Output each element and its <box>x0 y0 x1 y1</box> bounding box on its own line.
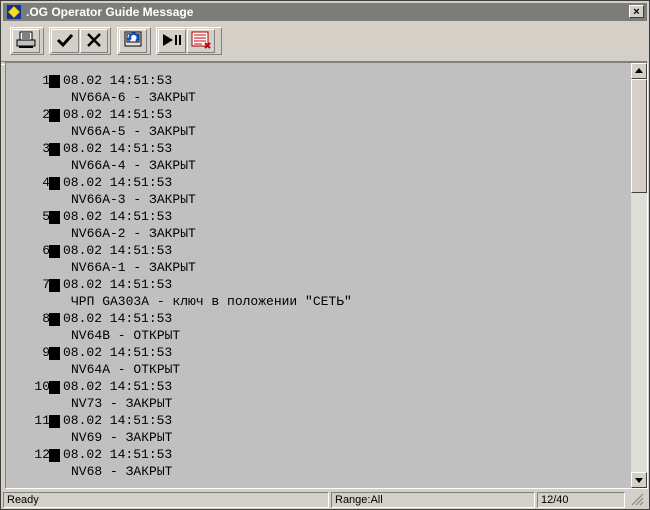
print-icon <box>16 31 36 52</box>
message-marker <box>49 109 60 122</box>
message-marker <box>49 143 60 156</box>
message-row[interactable]: 6 08.02 14:51:53 NV66A-1 - ЗАКРЫТ <box>6 234 626 275</box>
scroll-down-button[interactable] <box>631 472 647 488</box>
message-number: 5 <box>42 209 50 224</box>
message-text: NV68 - ЗАКРЫТ <box>71 464 173 479</box>
confirm-button[interactable] <box>51 29 79 53</box>
message-timestamp: 08.02 14:51:53 <box>63 243 173 258</box>
message-row[interactable]: 1 08.02 14:51:53 NV66A-6 - ЗАКРЫТ <box>6 64 626 105</box>
message-marker <box>49 211 60 224</box>
toolbar-group-ack <box>49 27 111 55</box>
check-icon <box>56 32 74 51</box>
message-marker <box>49 415 60 428</box>
message-timestamp: 08.02 14:51:53 <box>63 141 173 156</box>
cancel-button[interactable] <box>80 29 108 53</box>
title-bar[interactable]: .OG Operator Guide Message × <box>3 3 647 21</box>
message-number: 10 <box>34 379 50 394</box>
message-number: 12 <box>34 447 50 462</box>
reload-button[interactable] <box>119 29 147 53</box>
status-position: 12/40 <box>537 492 625 508</box>
message-marker <box>49 75 60 88</box>
message-number: 6 <box>42 243 50 258</box>
toolbar-group-reload <box>117 27 151 55</box>
list-close-icon <box>190 30 212 53</box>
message-marker <box>49 381 60 394</box>
message-row[interactable]: 9 08.02 14:51:53 NV64A - ОТКРЫТ <box>6 336 626 377</box>
message-row[interactable]: 8 08.02 14:51:53 NV64B - ОТКРЫТ <box>6 302 626 343</box>
window-title: .OG Operator Guide Message <box>26 5 194 19</box>
message-row[interactable]: 2 08.02 14:51:53 NV66A-5 - ЗАКРЫТ <box>6 98 626 139</box>
list-close-button[interactable] <box>187 29 215 53</box>
message-timestamp: 08.02 14:51:53 <box>63 311 173 326</box>
scroll-thumb[interactable] <box>631 79 647 193</box>
message-row[interactable]: 11 08.02 14:51:53 NV69 - ЗАКРЫТ <box>6 404 626 445</box>
message-marker <box>49 347 60 360</box>
message-number: 8 <box>42 311 50 326</box>
print-button[interactable] <box>12 29 40 53</box>
message-row[interactable]: 7 08.02 14:51:53 ЧРП GA303A - ключ в полож… <box>6 268 626 309</box>
toolbar-group-playback <box>156 27 222 55</box>
message-timestamp: 08.02 14:51:53 <box>63 379 173 394</box>
status-range: Range:All <box>331 492 535 508</box>
message-list: 1 08.02 14:51:53 NV66A-6 - ЗАКРЫТ 2 08.02 14… <box>6 63 631 488</box>
message-row[interactable]: 5 08.02 14:51:53 NV66A-2 - ЗАКРЫТ <box>6 200 626 241</box>
message-timestamp: 08.02 14:51:53 <box>63 447 173 462</box>
close-button[interactable]: × <box>629 5 644 18</box>
message-timestamp: 08.02 14:51:53 <box>63 413 173 428</box>
message-marker <box>49 279 60 292</box>
message-number: 11 <box>34 413 50 428</box>
message-row[interactable]: 12 08.02 14:51:53 NV68 - ЗАКРЫТ <box>6 438 626 479</box>
reload-icon <box>122 30 144 53</box>
message-list-pane[interactable]: 1 08.02 14:51:53 NV66A-6 - ЗАКРЫТ 2 08.02 14… <box>5 62 648 489</box>
message-row[interactable]: 3 08.02 14:51:53 NV66A-4 - ЗАКРЫТ <box>6 132 626 173</box>
status-state: Ready <box>3 492 329 508</box>
message-marker <box>49 177 60 190</box>
scroll-up-button[interactable] <box>631 63 647 79</box>
message-number: 9 <box>42 345 50 360</box>
play-pause-icon <box>161 32 183 51</box>
message-marker <box>49 449 60 462</box>
status-bar: Ready Range:All 12/40 <box>3 491 647 509</box>
message-timestamp: 08.02 14:51:53 <box>63 73 173 88</box>
message-number: 7 <box>42 277 50 292</box>
message-number: 4 <box>42 175 50 190</box>
resize-grip-icon[interactable] <box>627 492 647 508</box>
operator-guide-window: .OG Operator Guide Message × 1 08.02 14:… <box>0 0 650 510</box>
cross-icon <box>86 32 102 51</box>
message-timestamp: 08.02 14:51:53 <box>63 277 173 292</box>
message-number: 2 <box>42 107 50 122</box>
toolbar-group-print <box>10 27 44 55</box>
message-row[interactable]: 10 08.02 14:51:53 NV73 - ЗАКРЫТ <box>6 370 626 411</box>
message-timestamp: 08.02 14:51:53 <box>63 107 173 122</box>
message-timestamp: 08.02 14:51:53 <box>63 209 173 224</box>
message-number: 1 <box>42 73 50 88</box>
toolbar <box>3 23 647 61</box>
message-row[interactable]: 4 08.02 14:51:53 NV66A-3 - ЗАКРЫТ <box>6 166 626 207</box>
message-marker <box>49 313 60 326</box>
arrow-down-icon <box>632 478 646 488</box>
message-timestamp: 08.02 14:51:53 <box>63 345 173 360</box>
message-number: 3 <box>42 141 50 156</box>
message-marker <box>49 245 60 258</box>
play-pause-button[interactable] <box>158 29 186 53</box>
app-diamond-icon <box>7 5 21 19</box>
message-timestamp: 08.02 14:51:53 <box>63 175 173 190</box>
vertical-scrollbar[interactable] <box>631 63 647 488</box>
